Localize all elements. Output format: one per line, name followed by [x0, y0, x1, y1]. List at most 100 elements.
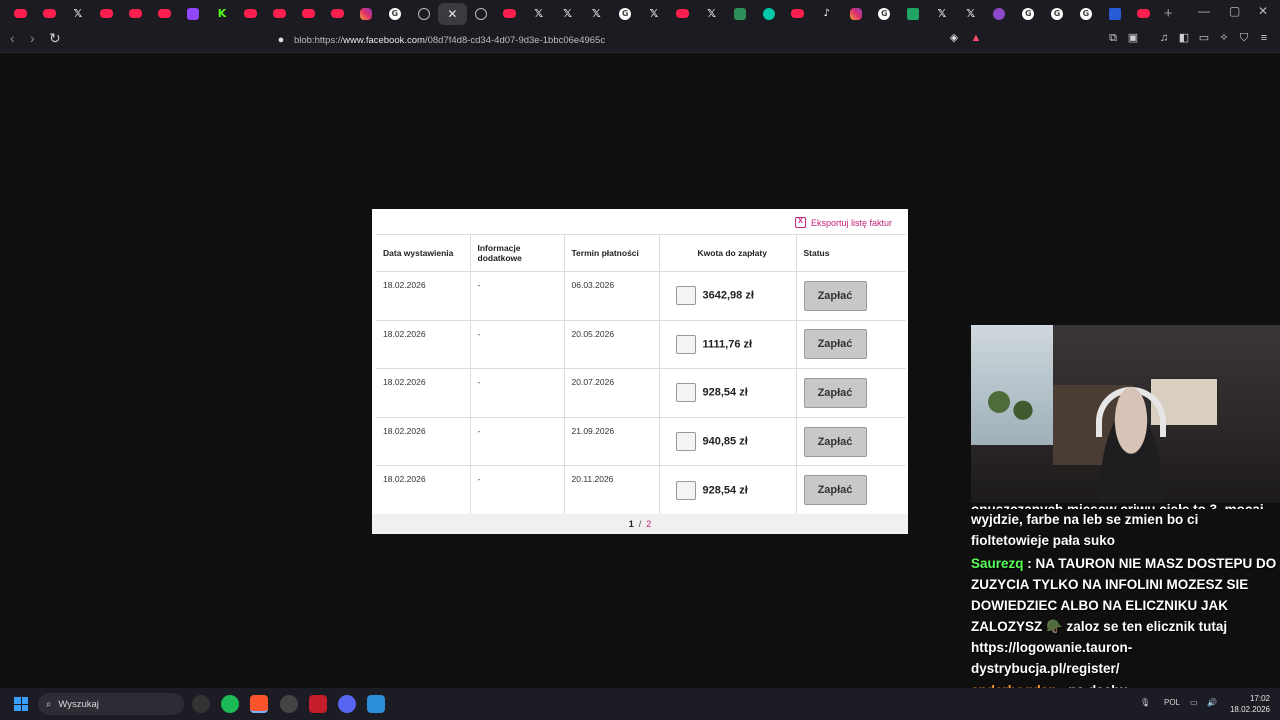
browser-tab[interactable]: G [870, 3, 899, 25]
brave-icon[interactable] [250, 695, 268, 713]
volume-icon[interactable]: 🔊 [1207, 698, 1217, 707]
browser-tab[interactable] [352, 3, 381, 25]
reload-icon[interactable]: ↻ [49, 30, 61, 47]
browser-tab[interactable]: G [611, 3, 640, 25]
page-2-link[interactable]: 2 [646, 519, 651, 529]
maximize-icon[interactable]: ▢ [1229, 4, 1240, 18]
browser-tab[interactable]: K [208, 3, 237, 25]
browser-tab[interactable] [985, 3, 1014, 25]
app-icon[interactable] [309, 695, 327, 713]
browser-tab[interactable]: G [1014, 3, 1043, 25]
browser-tab[interactable] [323, 3, 352, 25]
language-indicator[interactable]: POL [1164, 698, 1180, 707]
cell-status: Zapłać [796, 368, 906, 418]
browser-tab[interactable]: ♪ [812, 3, 841, 25]
browser-tab[interactable] [899, 3, 928, 25]
pay-button[interactable]: Zapłać [803, 475, 867, 506]
browser-tab[interactable] [6, 3, 35, 25]
pay-button[interactable]: Zapłać [803, 426, 867, 457]
x-icon: 𝕏 [966, 7, 976, 20]
select-checkbox[interactable] [675, 383, 696, 403]
vpn-icon[interactable]: ⛉ [1238, 32, 1250, 44]
browser-tab[interactable] [179, 3, 208, 25]
browser-tab[interactable]: 𝕏 [956, 3, 985, 25]
browser-tab[interactable] [784, 3, 813, 25]
windows-start-icon[interactable] [14, 697, 28, 711]
browser-tab[interactable] [265, 3, 294, 25]
menu-icon[interactable]: ≡ [1258, 32, 1270, 44]
extensions-icon[interactable]: ⧉ [1107, 32, 1119, 44]
browser-tab[interactable] [726, 3, 755, 25]
clock[interactable]: 17:02 18.02.2026 [1230, 693, 1270, 715]
export-invoices-link[interactable]: X Eksportuj listę faktur [794, 217, 892, 228]
cell-due: 20.07.2026 [564, 368, 660, 418]
obs-icon[interactable] [280, 695, 298, 713]
pay-button[interactable]: Zapłać [803, 377, 867, 408]
browser-tab[interactable] [755, 3, 784, 25]
browser-tab[interactable] [294, 3, 323, 25]
browser-tab[interactable]: 𝕏 [928, 3, 957, 25]
pay-button[interactable]: Zapłać [803, 329, 867, 360]
browser-tab[interactable]: 𝕏 [697, 3, 726, 25]
browser-tab[interactable] [35, 3, 64, 25]
address-bar[interactable]: ● blob:https://www.facebook.com/08d7f4d8… [242, 29, 990, 51]
brave-shield-icon[interactable]: ◈ [948, 32, 960, 44]
browser-tab[interactable] [150, 3, 179, 25]
col-amount: Kwota do zapłaty [659, 234, 797, 272]
select-checkbox[interactable] [675, 480, 696, 500]
site-info-icon[interactable]: ● [275, 34, 287, 46]
new-tab-button[interactable]: + [1164, 5, 1173, 22]
back-icon[interactable]: ‹ [10, 30, 15, 46]
browser-tab[interactable] [121, 3, 150, 25]
browser-tab[interactable]: G [1043, 3, 1072, 25]
browser-tab[interactable]: 𝕏 [640, 3, 669, 25]
browser-tab[interactable] [1129, 3, 1158, 25]
browser-tab[interactable] [409, 3, 438, 25]
browser-tab[interactable] [668, 3, 697, 25]
app-icon[interactable] [192, 695, 210, 713]
amount-value: 928,54 zł [702, 484, 748, 497]
browser-tab[interactable] [841, 3, 870, 25]
browser-tab[interactable]: 𝕏 [553, 3, 582, 25]
sidebar-icon[interactable]: ◧ [1178, 32, 1190, 44]
chat-message: wyjdzie, farbe na leb se zmien bo ci fio… [971, 512, 1199, 548]
brave-rewards-icon[interactable]: ▲ [970, 32, 982, 44]
forward-icon[interactable]: › [30, 30, 35, 46]
browser-tab[interactable]: G [1071, 3, 1100, 25]
select-checkbox[interactable] [675, 334, 696, 354]
microphone-icon[interactable]: 🎙 [1140, 698, 1150, 707]
browser-tab[interactable]: 𝕏 [64, 3, 93, 25]
pay-button[interactable]: Zapłać [803, 280, 867, 311]
browser-tab[interactable] [92, 3, 121, 25]
spotify-icon[interactable] [221, 695, 239, 713]
leo-icon[interactable]: ✧ [1218, 32, 1230, 44]
browser-tab[interactable] [467, 3, 496, 25]
music-icon[interactable]: ♫ [1158, 32, 1170, 44]
browser-tab[interactable] [496, 3, 525, 25]
select-checkbox[interactable] [675, 286, 696, 306]
wallet-icon[interactable]: ▭ [1198, 32, 1210, 44]
page-current[interactable]: 1 [629, 519, 634, 529]
col-status: Status [796, 234, 906, 272]
col-date: Data wystawienia [376, 234, 471, 272]
reader-icon[interactable]: ▣ [1127, 32, 1139, 44]
instagram-icon [359, 7, 372, 20]
cell-status: Zapłać [796, 417, 906, 467]
browser-tab[interactable] [1100, 3, 1129, 25]
network-icon[interactable]: ▭ [1190, 698, 1198, 707]
minimize-icon[interactable]: — [1198, 4, 1210, 18]
docs-icon [1108, 7, 1121, 20]
select-checkbox[interactable] [675, 432, 696, 452]
table-row: 18.02.2026-06.03.2026 3642,98 zł Zapłać [376, 271, 906, 321]
youtube-icon [13, 9, 27, 18]
photos-icon[interactable] [367, 695, 385, 713]
browser-tab[interactable]: 𝕏 [524, 3, 553, 25]
close-window-icon[interactable]: ✕ [1258, 4, 1268, 18]
browser-tab[interactable] [236, 3, 265, 25]
taskbar-search[interactable]: ⌕ Wyszukaj [38, 693, 184, 715]
browser-tab[interactable]: 𝕏 [582, 3, 611, 25]
browser-tab[interactable]: G [380, 3, 409, 25]
browser-tab[interactable]: ✕ [437, 2, 467, 25]
cell-status: Zapłać [796, 320, 906, 370]
discord-icon[interactable] [338, 695, 356, 713]
